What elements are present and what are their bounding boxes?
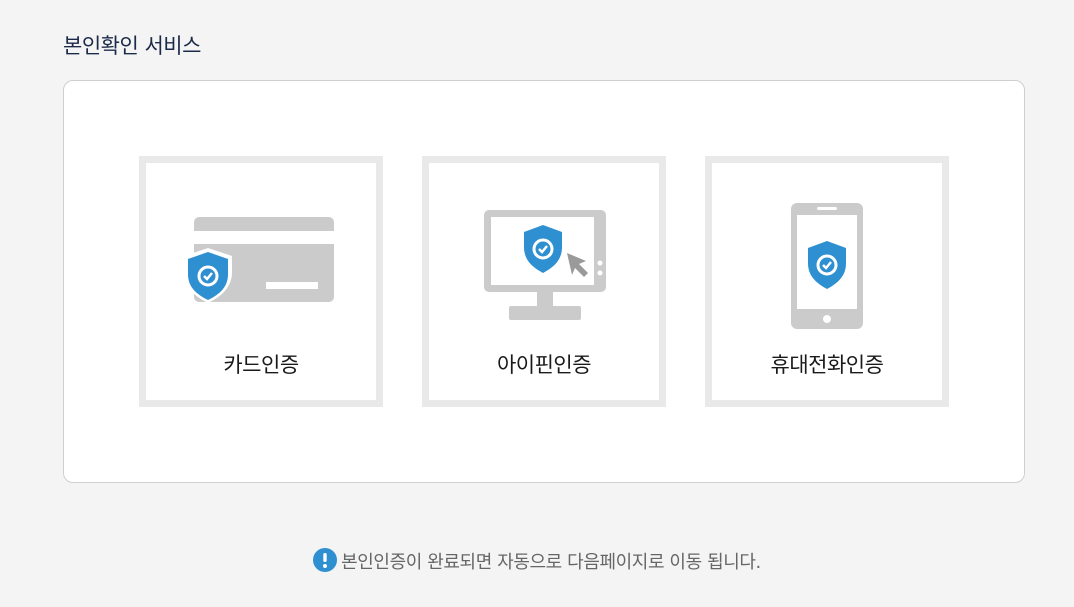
mobile-auth-label: 휴대전화인증	[770, 353, 884, 377]
notice: 본인인증이 완료되면 자동으로 다음페이지로 이동 됩니다.	[0, 548, 1074, 574]
notice-text: 본인인증이 완료되면 자동으로 다음페이지로 이동 됩니다.	[341, 552, 761, 573]
card-shield-icon	[186, 217, 334, 303]
monitor-shield-icon	[484, 210, 606, 320]
card-auth-option[interactable]: 카드인증	[139, 156, 383, 407]
page-title: 본인확인 서비스	[63, 34, 201, 58]
ipin-auth-label: 아이핀인증	[496, 353, 592, 377]
card-auth-label: 카드인증	[223, 353, 299, 377]
mobile-auth-option[interactable]: 휴대전화인증	[705, 156, 949, 407]
auth-options-panel: 카드인증 아이핀인증 휴대전화인증	[63, 80, 1025, 483]
ipin-auth-option[interactable]: 아이핀인증	[422, 156, 666, 407]
phone-shield-icon	[791, 203, 863, 329]
info-icon	[313, 548, 338, 572]
